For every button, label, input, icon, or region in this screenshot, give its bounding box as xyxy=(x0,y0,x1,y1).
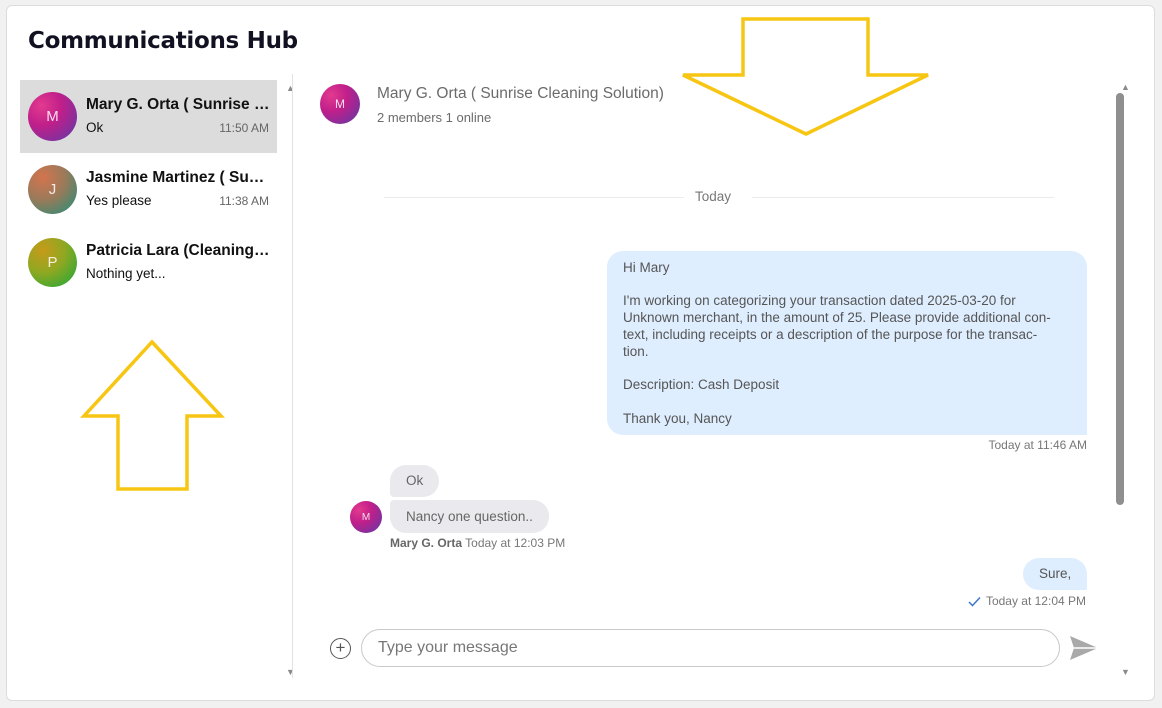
message-body-line: text, including receipts or a descriptio… xyxy=(623,327,1038,342)
chat-members-status: 2 members 1 online xyxy=(377,110,492,125)
avatar: M xyxy=(28,92,77,141)
conversation-name: Jasmine Martinez ( Sunrise Cleaning Solu… xyxy=(86,169,270,186)
chat-title: Mary G. Orta ( Sunrise Cleaning Solution… xyxy=(377,85,664,102)
chat-scroll-down-icon[interactable]: ▼ xyxy=(1121,668,1130,677)
plus-circle-icon[interactable]: + xyxy=(330,638,351,659)
chat-scrollbar-thumb[interactable] xyxy=(1116,93,1124,505)
conversation-list: M Mary G. Orta ( Sunrise Cleaning Soluti… xyxy=(20,74,278,678)
message-meta: Mary G. Orta Today at 12:03 PM xyxy=(390,536,565,550)
day-separator-line xyxy=(752,197,1054,198)
conversation-preview: Yes please xyxy=(86,193,152,208)
conversation-name: Mary G. Orta ( Sunrise Cleaning Solution… xyxy=(86,96,270,113)
chat-avatar: M xyxy=(320,84,360,124)
send-icon[interactable] xyxy=(1068,634,1100,662)
message-body-line: I'm working on categorizing your transac… xyxy=(623,293,1016,308)
chat-scroll-up-icon[interactable]: ▲ xyxy=(1121,83,1130,92)
conversation-time: 11:38 AM xyxy=(219,194,269,208)
pane-divider xyxy=(292,74,293,678)
list-scroll-down-icon[interactable]: ▼ xyxy=(286,668,295,677)
conversation-preview: Nothing yet... xyxy=(86,266,166,281)
conversation-preview: Ok xyxy=(86,120,104,135)
check-icon xyxy=(968,596,981,607)
page-title: Communications Hub xyxy=(28,28,298,54)
avatar: P xyxy=(28,238,77,287)
message-body-line: Unknown merchant, in the amount of 25. P… xyxy=(623,310,1051,325)
message-input[interactable] xyxy=(361,629,1060,667)
conversation-item-jasmine[interactable]: J Jasmine Martinez ( Sunrise Cleaning So… xyxy=(20,153,277,226)
conversation-item-mary[interactable]: M Mary G. Orta ( Sunrise Cleaning Soluti… xyxy=(20,80,277,153)
conversation-name: Patricia Lara (Cleaning Solution) xyxy=(86,242,270,259)
incoming-message-bubble: Nancy one question.. xyxy=(390,500,549,533)
message-body-line: tion. xyxy=(623,344,649,359)
day-separator-line xyxy=(384,197,684,198)
message-meta: Today at 12:04 PM xyxy=(968,594,1086,608)
outgoing-message-bubble: Hi Mary I'm working on categorizing your… xyxy=(607,251,1087,435)
message-timestamp: Today at 12:04 PM xyxy=(985,594,1086,608)
message-timestamp: Today at 12:03 PM xyxy=(465,536,566,550)
sender-avatar: M xyxy=(350,501,382,533)
message-sender: Mary G. Orta xyxy=(390,536,463,550)
incoming-message-bubble: Ok xyxy=(390,465,440,497)
message-timestamp: Today at 11:46 AM xyxy=(988,438,1087,452)
message-description: Description: Cash Deposit xyxy=(623,377,780,392)
outgoing-message-bubble: Sure, xyxy=(1023,558,1088,590)
message-greeting: Hi Mary xyxy=(623,260,670,275)
avatar: J xyxy=(28,165,77,214)
conversation-time: 11:50 AM xyxy=(219,121,269,135)
conversation-item-patricia[interactable]: P Patricia Lara (Cleaning Solution) Noth… xyxy=(20,226,277,299)
list-scroll-up-icon[interactable]: ▲ xyxy=(286,84,295,93)
day-separator: Today xyxy=(689,189,738,204)
message-signoff: Thank you, Nancy xyxy=(623,411,732,426)
